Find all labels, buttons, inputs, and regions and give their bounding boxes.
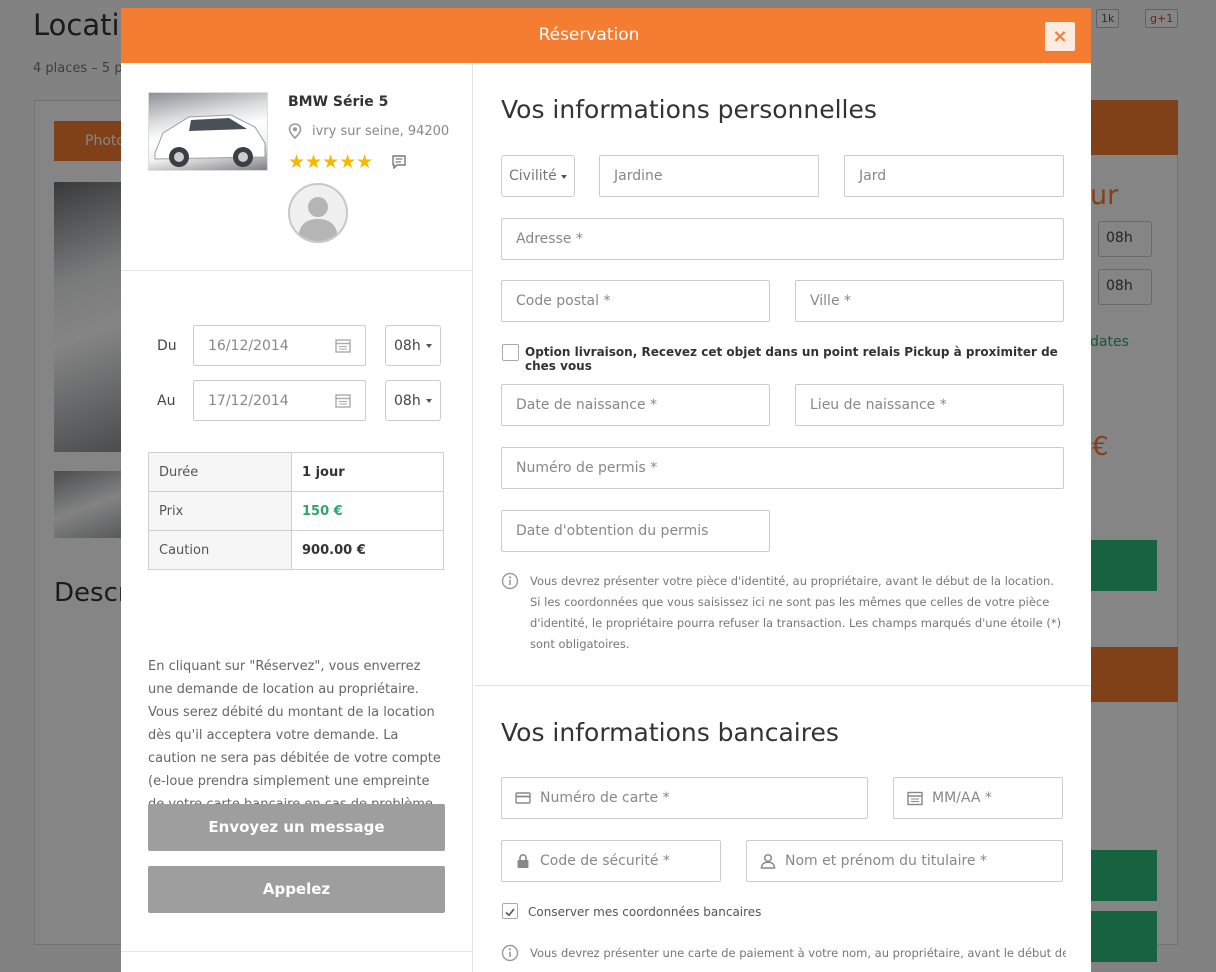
car-image bbox=[154, 114, 266, 167]
end-hour-select[interactable]: 08h bbox=[385, 380, 441, 421]
start-hour-value: 08h bbox=[394, 338, 421, 354]
card-holder-field[interactable]: Nom et prénom du titulaire * bbox=[746, 840, 1063, 882]
license-number-field[interactable]: Numéro de permis * bbox=[501, 447, 1064, 489]
info-icon bbox=[501, 944, 519, 962]
last-name-field[interactable]: Jard bbox=[844, 155, 1064, 197]
send-message-button[interactable]: Envoyez un message bbox=[148, 804, 445, 851]
duration-label: Durée bbox=[148, 452, 292, 492]
reservation-modal: Réservation × BMW Série 5 ivry sur seine… bbox=[121, 8, 1091, 972]
chevron-down-icon bbox=[426, 399, 432, 403]
to-label: Au bbox=[157, 393, 176, 409]
save-card-label[interactable]: Conserver mes coordonnées bancaires bbox=[528, 905, 761, 919]
security-code-field[interactable]: Code de sécurité * bbox=[501, 840, 721, 882]
user-silhouette-icon bbox=[298, 197, 338, 241]
calendar-icon bbox=[335, 339, 351, 353]
city-field[interactable]: Ville * bbox=[795, 280, 1064, 322]
save-card-checkbox[interactable] bbox=[502, 903, 518, 919]
checkmark-icon bbox=[505, 908, 515, 917]
divider bbox=[121, 951, 473, 952]
delivery-option-checkbox[interactable] bbox=[502, 344, 519, 361]
call-button[interactable]: Appelez bbox=[148, 866, 445, 913]
end-date-value: 17/12/2014 bbox=[208, 393, 289, 409]
personal-info-notice: Vous devrez présenter votre pièce d'iden… bbox=[530, 574, 1062, 651]
address-field[interactable]: Adresse * bbox=[501, 218, 1064, 260]
zip-code-field[interactable]: Code postal * bbox=[501, 280, 770, 322]
table-row: Caution 900.00 € bbox=[148, 530, 444, 570]
banking-info-notice: Vous devrez présenter une carte de paiem… bbox=[530, 946, 1066, 960]
modal-header: Réservation × bbox=[121, 8, 1091, 63]
price-label: Prix bbox=[148, 491, 292, 531]
civility-select[interactable]: Civilité bbox=[501, 155, 575, 197]
license-date-field[interactable]: Date d'obtention du permis bbox=[501, 510, 770, 552]
comment-icon[interactable] bbox=[392, 155, 406, 169]
end-date-input[interactable]: 17/12/2014 bbox=[193, 380, 366, 421]
car-thumbnail bbox=[148, 92, 268, 171]
security-code-placeholder: Code de sécurité * bbox=[540, 853, 670, 869]
birth-place-field[interactable]: Lieu de naissance * bbox=[795, 384, 1064, 426]
expiry-placeholder: MM/AA * bbox=[932, 790, 992, 806]
delivery-option-label[interactable]: Option livraison, Recevez cet objet dans… bbox=[525, 345, 1091, 373]
form-column: Vos informations personnelles Civilité J… bbox=[474, 63, 1091, 972]
credit-card-icon bbox=[515, 792, 531, 804]
chevron-down-icon bbox=[426, 344, 432, 348]
booking-summary-column: BMW Série 5 ivry sur seine, 94200 ★★★★★ … bbox=[121, 63, 473, 972]
table-row: Durée 1 jour bbox=[148, 452, 444, 492]
deposit-label: Caution bbox=[148, 530, 292, 570]
info-icon bbox=[501, 572, 519, 590]
close-button[interactable]: × bbox=[1045, 22, 1075, 51]
car-name[interactable]: BMW Série 5 bbox=[288, 94, 388, 110]
banking-info-title: Vos informations bancaires bbox=[501, 718, 839, 747]
duration-value: 1 jour bbox=[291, 452, 444, 492]
personal-info-title: Vos informations personnelles bbox=[501, 95, 877, 124]
modal-title: Réservation bbox=[538, 25, 640, 45]
chevron-down-icon bbox=[561, 175, 567, 179]
start-date-input[interactable]: 16/12/2014 bbox=[193, 325, 366, 366]
user-icon bbox=[760, 853, 776, 869]
birth-date-field[interactable]: Date de naissance * bbox=[501, 384, 770, 426]
divider bbox=[121, 270, 473, 271]
divider bbox=[474, 685, 1091, 686]
price-value: 150 € bbox=[291, 491, 444, 531]
from-label: Du bbox=[157, 338, 177, 354]
car-location: ivry sur seine, 94200 bbox=[312, 124, 450, 139]
calendar-icon bbox=[907, 791, 923, 806]
end-hour-value: 08h bbox=[394, 393, 421, 409]
card-number-placeholder: Numéro de carte * bbox=[540, 790, 670, 806]
location-pin-icon bbox=[288, 123, 302, 139]
price-summary-table: Durée 1 jour Prix 150 € Caution 900.00 € bbox=[148, 452, 444, 570]
owner-avatar[interactable] bbox=[288, 183, 348, 243]
start-date-value: 16/12/2014 bbox=[208, 338, 289, 354]
calendar-icon bbox=[335, 394, 351, 408]
rating-stars: ★★★★★ bbox=[288, 151, 374, 173]
civility-value: Civilité bbox=[509, 168, 557, 184]
expiry-field[interactable]: MM/AA * bbox=[893, 777, 1063, 819]
card-holder-placeholder: Nom et prénom du titulaire * bbox=[785, 853, 987, 869]
table-row: Prix 150 € bbox=[148, 491, 444, 531]
first-name-field[interactable]: Jardine bbox=[599, 155, 819, 197]
deposit-value: 900.00 € bbox=[291, 530, 444, 570]
card-number-field[interactable]: Numéro de carte * bbox=[501, 777, 868, 819]
lock-icon bbox=[517, 853, 529, 868]
start-hour-select[interactable]: 08h bbox=[385, 325, 441, 366]
